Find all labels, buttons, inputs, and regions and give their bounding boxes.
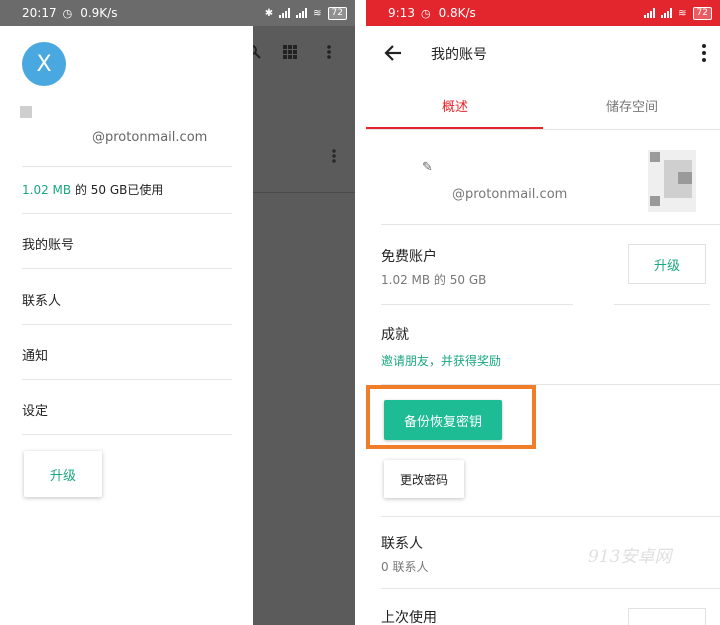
- page-title: 我的账号: [431, 47, 487, 63]
- battery-icon: 72: [692, 6, 712, 20]
- battery-icon: 72: [327, 6, 347, 20]
- avatar[interactable]: X: [22, 42, 66, 86]
- drawer-item-contacts[interactable]: 联系人: [22, 290, 61, 309]
- divider: [355, 0, 366, 625]
- backup-recovery-key-button[interactable]: 备份恢复密钥: [384, 400, 502, 440]
- dimmed-background[interactable]: [247, 26, 355, 625]
- divider: [381, 304, 573, 305]
- contacts-label: 联系人: [381, 536, 423, 552]
- partial-button[interactable]: [628, 608, 706, 625]
- signal-icon: [644, 8, 656, 18]
- account-email: @protonmail.com: [452, 187, 568, 202]
- divider: [22, 213, 232, 214]
- drawer-item-my-account[interactable]: 我的账号: [22, 234, 74, 253]
- plan-usage: 1.02 MB 的 50 GB: [381, 273, 487, 287]
- status-bar: 20:17 ◷ 0.9K/s ✱ ≋ 72: [0, 0, 355, 26]
- alarm-icon: ◷: [62, 6, 73, 20]
- divider: [366, 129, 720, 130]
- drawer-item-settings[interactable]: 设定: [22, 400, 48, 419]
- status-time: 9:13: [388, 6, 415, 20]
- storage-usage: 1.02 MB 的 50 GB已使用: [22, 181, 163, 198]
- divider: [22, 379, 232, 380]
- storage-usage-value: 1.02 MB: [22, 183, 72, 197]
- right-phone-screen: 9:13 ◷ 0.8K/s ≋ 72 我的账号 概述 储存空间 ✎ @proto…: [366, 0, 720, 625]
- divider: [381, 588, 720, 589]
- more-options-icon[interactable]: [332, 148, 336, 167]
- signal-icon: [296, 8, 308, 18]
- divider: [22, 166, 232, 167]
- bluetooth-icon: ✱: [264, 7, 274, 19]
- contacts-count: 0 联系人: [381, 560, 429, 574]
- divider: [614, 304, 710, 305]
- redacted-name: [20, 106, 32, 118]
- watermark: 913安卓网: [588, 547, 672, 567]
- signal-icon: [661, 8, 673, 18]
- signal-icon: [279, 8, 291, 18]
- more-options-icon[interactable]: [702, 44, 706, 65]
- wifi-icon: ≋: [678, 7, 687, 19]
- divider: [22, 434, 232, 435]
- invite-friends-link[interactable]: 邀请朋友，并获得奖励: [381, 352, 501, 369]
- tab-bar: 概述 储存空间: [366, 82, 720, 130]
- last-used-label: 上次使用: [381, 610, 437, 625]
- network-speed: 0.8K/s: [438, 6, 476, 20]
- qr-code-image: [648, 150, 696, 212]
- drawer-item-notifications[interactable]: 通知: [22, 345, 48, 364]
- divider: [22, 324, 232, 325]
- edit-pencil-icon[interactable]: ✎: [422, 160, 433, 175]
- achievements-label: 成就: [381, 327, 409, 343]
- account-email: @protonmail.com: [92, 130, 208, 145]
- grid-icon[interactable]: [283, 44, 297, 63]
- more-options-icon[interactable]: [327, 44, 331, 63]
- divider: [381, 224, 720, 225]
- back-arrow-icon[interactable]: [384, 42, 402, 66]
- status-time: 20:17: [22, 6, 57, 20]
- storage-usage-text: 的 50 GB已使用: [71, 183, 164, 197]
- app-bar: 我的账号: [366, 26, 720, 82]
- left-phone-screen: 20:17 ◷ 0.9K/s ✱ ≋ 72 X @protonmail.com …: [0, 0, 355, 625]
- divider: [381, 516, 720, 517]
- navigation-drawer: X @protonmail.com 1.02 MB 的 50 GB已使用 我的账…: [0, 26, 253, 625]
- tab-overview[interactable]: 概述: [442, 96, 468, 115]
- upgrade-button[interactable]: 升级: [628, 244, 706, 284]
- divider: [253, 192, 355, 193]
- upgrade-button[interactable]: 升级: [24, 451, 102, 497]
- tab-storage[interactable]: 储存空间: [606, 96, 658, 115]
- divider: [22, 268, 232, 269]
- change-password-button[interactable]: 更改密码: [384, 460, 464, 498]
- status-bar: 9:13 ◷ 0.8K/s ≋ 72: [366, 0, 720, 26]
- alarm-icon: ◷: [420, 6, 431, 20]
- network-speed: 0.9K/s: [80, 6, 118, 20]
- plan-label: 免费账户: [381, 249, 437, 265]
- wifi-icon: ≋: [313, 7, 322, 19]
